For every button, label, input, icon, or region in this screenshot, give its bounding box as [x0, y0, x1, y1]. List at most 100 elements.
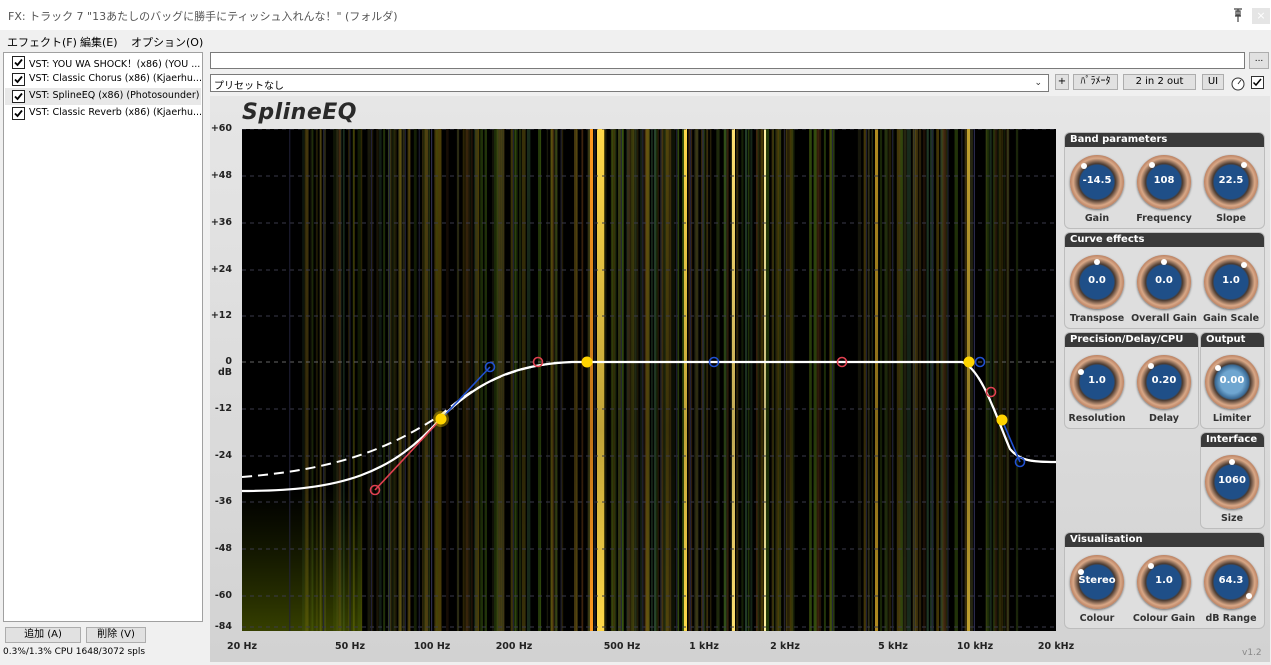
eq-spectrum-plot[interactable] [242, 129, 1056, 631]
fx-enable-checkbox[interactable] [12, 90, 25, 103]
y-tick-label: +24 [210, 264, 232, 275]
x-tick-label: 2 kHz [770, 641, 800, 652]
limiter-value: 0.00 [1219, 375, 1245, 386]
frequency-label: Frequency [1136, 213, 1192, 224]
y-tick-label: -84 [214, 621, 232, 632]
x-tick-label: 5 kHz [878, 641, 908, 652]
y-tick-label: +48 [210, 170, 232, 181]
colour-gain-knob[interactable]: 1.0 [1137, 555, 1191, 609]
fx-enable-checkbox[interactable] [12, 73, 25, 86]
x-tick-label: 500 Hz [603, 641, 641, 652]
fx-item-label: VST: SplineEQ (x86) (Photosounder) [29, 90, 200, 101]
gain-knob[interactable]: -14.5 [1070, 155, 1124, 209]
fx-item-label: VST: Classic Chorus (x86) (Kjaerhu... [29, 73, 201, 84]
resolution-value: 1.0 [1088, 375, 1106, 386]
y-tick-label: +12 [210, 310, 232, 321]
colour-gain-value: 1.0 [1155, 575, 1173, 586]
delay-value: 0.20 [1151, 375, 1177, 386]
size-label: Size [1220, 513, 1244, 524]
preset-value: プリセットなし [214, 81, 284, 92]
eq-curve-svg[interactable] [242, 129, 1056, 631]
eq-node[interactable] [996, 414, 1008, 426]
bypass-checkbox[interactable] [1251, 76, 1264, 89]
y-tick-label: -12 [214, 403, 232, 414]
params-button[interactable]: ﾊﾟﾗﾒｰﾀ [1073, 74, 1118, 90]
remove-fx-button[interactable]: 削除 (V) [86, 627, 146, 643]
menu-options[interactable]: オプション(O) [131, 34, 203, 50]
eq-node[interactable] [581, 356, 593, 368]
size-knob[interactable]: 1060 [1205, 455, 1259, 509]
transpose-knob[interactable]: 0.0 [1070, 255, 1124, 309]
slope-value: 22.5 [1218, 175, 1244, 186]
fx-item[interactable]: VST: YOU WA SHOCK！(x86) (YOU ... [5, 54, 201, 71]
colour-value: Stereo [1078, 575, 1116, 586]
x-tick-label: 100 Hz [413, 641, 451, 652]
colour-knob[interactable]: Stereo [1070, 555, 1124, 609]
wet-knob-icon[interactable] [1230, 76, 1246, 92]
band-parameters-panel: Band parameters -14.5 108 22.5 Gain Freq… [1064, 132, 1265, 229]
colour-gain-label: Colour Gain [1132, 613, 1196, 624]
limiter-knob[interactable]: 0.00 [1205, 355, 1259, 409]
io-button[interactable]: 2 in 2 out [1123, 74, 1196, 90]
add-fx-button[interactable]: 追加 (A) [5, 627, 81, 643]
fx-item[interactable]: VST: Classic Reverb (x86) (Kjaerhu... [5, 105, 201, 122]
slope-knob[interactable]: 22.5 [1204, 155, 1258, 209]
pin-icon[interactable] [1230, 7, 1246, 23]
fx-enable-checkbox[interactable] [12, 56, 25, 69]
db-range-knob[interactable]: 64.3 [1204, 555, 1258, 609]
overall-gain-value: 0.0 [1155, 275, 1173, 286]
x-tick-label: 10 kHz [956, 641, 994, 652]
close-button[interactable]: × [1252, 8, 1270, 24]
transpose-value: 0.0 [1088, 275, 1106, 286]
colour-label: Colour [1079, 613, 1115, 624]
ui-button[interactable]: UI [1202, 74, 1224, 90]
precision-panel: Precision/Delay/CPU 1.0 0.20 Resolution … [1064, 332, 1199, 429]
fx-item-selected[interactable]: VST: SplineEQ (x86) (Photosounder) [5, 88, 201, 105]
panel-title: Curve effects [1065, 233, 1264, 247]
y-tick-label: -48 [214, 543, 232, 554]
size-value: 1060 [1218, 475, 1246, 486]
y-tick-label: +36 [210, 217, 232, 228]
curve-effects-panel: Curve effects 0.0 0.0 1.0 Transpose Over… [1064, 232, 1265, 329]
y-tick-label: -36 [214, 496, 232, 507]
overall-gain-knob[interactable]: 0.0 [1137, 255, 1191, 309]
check-icon [14, 58, 23, 67]
menu-edit[interactable]: 編集(E) [80, 34, 118, 50]
fx-item[interactable]: VST: Classic Chorus (x86) (Kjaerhu... [5, 71, 201, 88]
fx-name-input[interactable] [210, 52, 1245, 69]
resolution-knob[interactable]: 1.0 [1070, 355, 1124, 409]
gain-label: Gain [1084, 213, 1110, 224]
eq-node[interactable] [963, 356, 975, 368]
cpu-status: 0.3%/1.3% CPU 1648/3072 spls [3, 647, 146, 657]
panel-title: Band parameters [1065, 133, 1264, 147]
add-preset-button[interactable]: + [1055, 74, 1069, 90]
transpose-label: Transpose [1069, 313, 1125, 324]
frequency-knob[interactable]: 108 [1137, 155, 1191, 209]
eq-node-selected[interactable] [435, 413, 447, 425]
panel-title: Output [1201, 333, 1264, 347]
check-icon [14, 92, 23, 101]
gain-scale-knob[interactable]: 1.0 [1204, 255, 1258, 309]
frequency-value: 108 [1153, 175, 1175, 186]
x-tick-label: 20 kHz [1037, 641, 1075, 652]
y-tick-label: -24 [214, 450, 232, 461]
menu-effect[interactable]: エフェクト(F) [7, 34, 77, 50]
fx-enable-checkbox[interactable] [12, 107, 25, 120]
gain-value: -14.5 [1082, 175, 1112, 186]
preset-select[interactable]: プリセットなし ⌄ [210, 74, 1049, 92]
panel-title: Interface [1201, 433, 1264, 447]
x-tick-label: 1 kHz [689, 641, 719, 652]
version-label: v1.2 [1242, 648, 1262, 658]
spline-eq-plugin: SplineEQ Band parameters -14.5 108 22.5 … [210, 96, 1270, 662]
more-button[interactable]: ... [1249, 52, 1269, 69]
x-tick-label: 20 Hz [226, 641, 258, 652]
y-tick-label: 0 dB [217, 356, 232, 378]
delay-label: Delay [1149, 413, 1179, 424]
title-bar: FX: トラック 7 "13あたしのバッグに勝手にティッシュ入れんな！" (フォ… [0, 0, 1271, 30]
x-tick-label: 200 Hz [495, 641, 533, 652]
delay-knob[interactable]: 0.20 [1137, 355, 1191, 409]
check-icon [14, 75, 23, 84]
y-tick-label: +60 [210, 123, 232, 134]
plugin-logo: SplineEQ [242, 100, 357, 125]
chevron-down-icon: ⌄ [1034, 78, 1042, 88]
